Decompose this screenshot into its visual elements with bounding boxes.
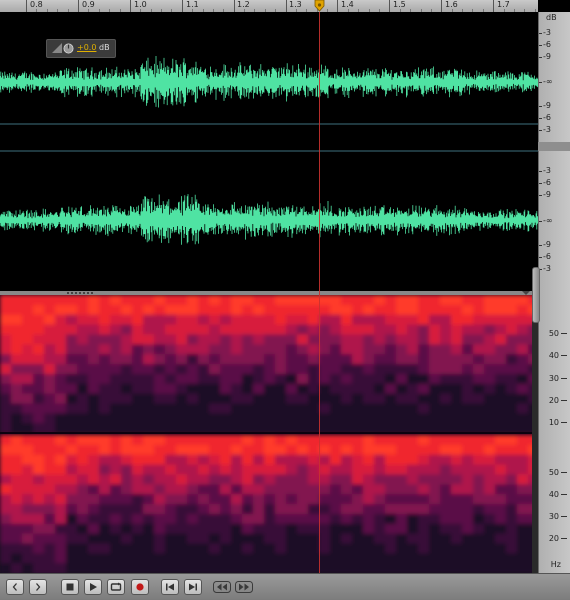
- nudge-right-button[interactable]: [29, 579, 47, 595]
- stop-icon: [66, 583, 74, 591]
- amplitude-label: -3: [543, 125, 551, 134]
- record-button[interactable]: [131, 579, 149, 595]
- frequency-tick: [561, 422, 567, 423]
- fast-rewind-button[interactable]: [212, 579, 232, 595]
- spectral-canvas: [0, 295, 532, 573]
- frequency-unit: Hz: [550, 560, 561, 569]
- amplitude-label: -6: [543, 113, 551, 122]
- chevron-left-icon: [12, 583, 17, 591]
- amplitude-label: -6: [543, 40, 551, 49]
- loop-icon: [110, 582, 122, 591]
- amplitude-tick: [539, 183, 542, 184]
- amplitude-icon: [52, 43, 62, 53]
- amplitude-tick: [539, 45, 542, 46]
- amplitude-label: -∞: [543, 77, 553, 86]
- frequency-label: 10: [548, 418, 559, 427]
- transport-bar: [0, 573, 570, 600]
- vertical-zoom-handle[interactable]: [532, 267, 540, 323]
- frequency-label: 20: [548, 396, 559, 405]
- frequency-tick: [561, 333, 567, 334]
- amplitude-tick: [539, 171, 542, 172]
- spectrogram-channel-left: [0, 295, 532, 434]
- time-ruler-major-tick: [233, 0, 235, 12]
- frequency-label: 50: [548, 468, 559, 477]
- frequency-label: 30: [548, 374, 559, 383]
- frequency-tick: [561, 538, 567, 539]
- play-icon: [90, 583, 97, 591]
- playhead-marker-icon[interactable]: [314, 0, 325, 12]
- record-icon: [136, 583, 144, 591]
- time-ruler-major-tick: [181, 0, 183, 12]
- gain-hud[interactable]: +0.0 dB: [46, 39, 116, 58]
- amplitude-unit: dB: [546, 13, 557, 22]
- frequency-tick: [561, 516, 567, 517]
- time-ruler-major-tick: [441, 0, 443, 12]
- amplitude-label: -9: [543, 52, 551, 61]
- channel-separator: [538, 142, 570, 151]
- go-to-start-button[interactable]: [161, 579, 179, 595]
- rewind-icon: [213, 581, 231, 593]
- frequency-ruler: 50 40 30 20 10 50 40 30 20 Hz: [532, 267, 570, 573]
- spectrogram-channel-right: [0, 435, 532, 573]
- amplitude-tick: [539, 33, 542, 34]
- spectral-frequency-display[interactable]: [0, 295, 532, 573]
- time-ruler-major-tick: [493, 0, 495, 12]
- fast-forward-icon: [235, 581, 253, 593]
- amplitude-label: -6: [543, 252, 551, 261]
- nudge-left-button[interactable]: [6, 579, 24, 595]
- frequency-label: 30: [548, 512, 559, 521]
- loop-button[interactable]: [107, 579, 125, 595]
- amplitude-label: -∞: [543, 216, 553, 225]
- amplitude-tick: [539, 245, 542, 246]
- amplitude-tick: [539, 106, 542, 107]
- fast-forward-button[interactable]: [234, 579, 254, 595]
- frequency-tick: [561, 400, 567, 401]
- frequency-tick: [561, 494, 567, 495]
- frequency-tick: [561, 472, 567, 473]
- amplitude-tick: [539, 118, 542, 119]
- chevron-right-icon: [36, 583, 41, 591]
- time-ruler-major-tick: [77, 0, 79, 12]
- amplitude-tick: [539, 195, 542, 196]
- playhead-line[interactable]: [319, 12, 320, 573]
- frequency-tick: [561, 355, 567, 356]
- amplitude-label: -9: [543, 190, 551, 199]
- time-ruler-major-tick: [129, 0, 131, 12]
- amplitude-tick: [539, 130, 542, 131]
- skip-back-icon: [166, 583, 174, 591]
- amplitude-tick: [539, 82, 542, 83]
- time-ruler-major-tick: [26, 0, 27, 12]
- gain-knob-icon[interactable]: [63, 43, 74, 54]
- frequency-label: 40: [548, 351, 559, 360]
- amplitude-label: -9: [543, 101, 551, 110]
- amplitude-tick: [539, 257, 542, 258]
- waveform-display[interactable]: +0.0 dB: [0, 12, 538, 291]
- spectral-channel-separator: [0, 432, 532, 434]
- gain-unit: dB: [99, 43, 110, 52]
- time-ruler-major-tick: [337, 0, 339, 12]
- amplitude-label: -3: [543, 264, 551, 273]
- amplitude-label: -6: [543, 178, 551, 187]
- gain-value[interactable]: +0.0: [77, 42, 96, 53]
- amplitude-tick: [539, 57, 542, 58]
- frequency-tick: [561, 378, 567, 379]
- amplitude-label: -3: [543, 28, 551, 37]
- frequency-label: 50: [548, 329, 559, 338]
- play-button[interactable]: [84, 579, 102, 595]
- go-to-end-button[interactable]: [184, 579, 202, 595]
- splitter-grip[interactable]: [67, 292, 95, 294]
- frequency-label: 20: [548, 534, 559, 543]
- time-ruler-major-tick: [389, 0, 391, 12]
- skip-forward-icon: [189, 583, 197, 591]
- time-ruler-major-tick: [285, 0, 287, 12]
- amplitude-tick: [539, 221, 542, 222]
- audio-editor: 0.8 0.9 1.0 1.1 1.2 1.3 1.4 1.5 1.6 1.7 …: [0, 0, 570, 600]
- stop-button[interactable]: [61, 579, 79, 595]
- frequency-label: 40: [548, 490, 559, 499]
- amplitude-label: -3: [543, 166, 551, 175]
- amplitude-ruler: dB -3 -6 -9 -∞ -9 -6 -3 -3 -6 -9 -∞ -9 -…: [538, 12, 570, 291]
- amplitude-label: -9: [543, 240, 551, 249]
